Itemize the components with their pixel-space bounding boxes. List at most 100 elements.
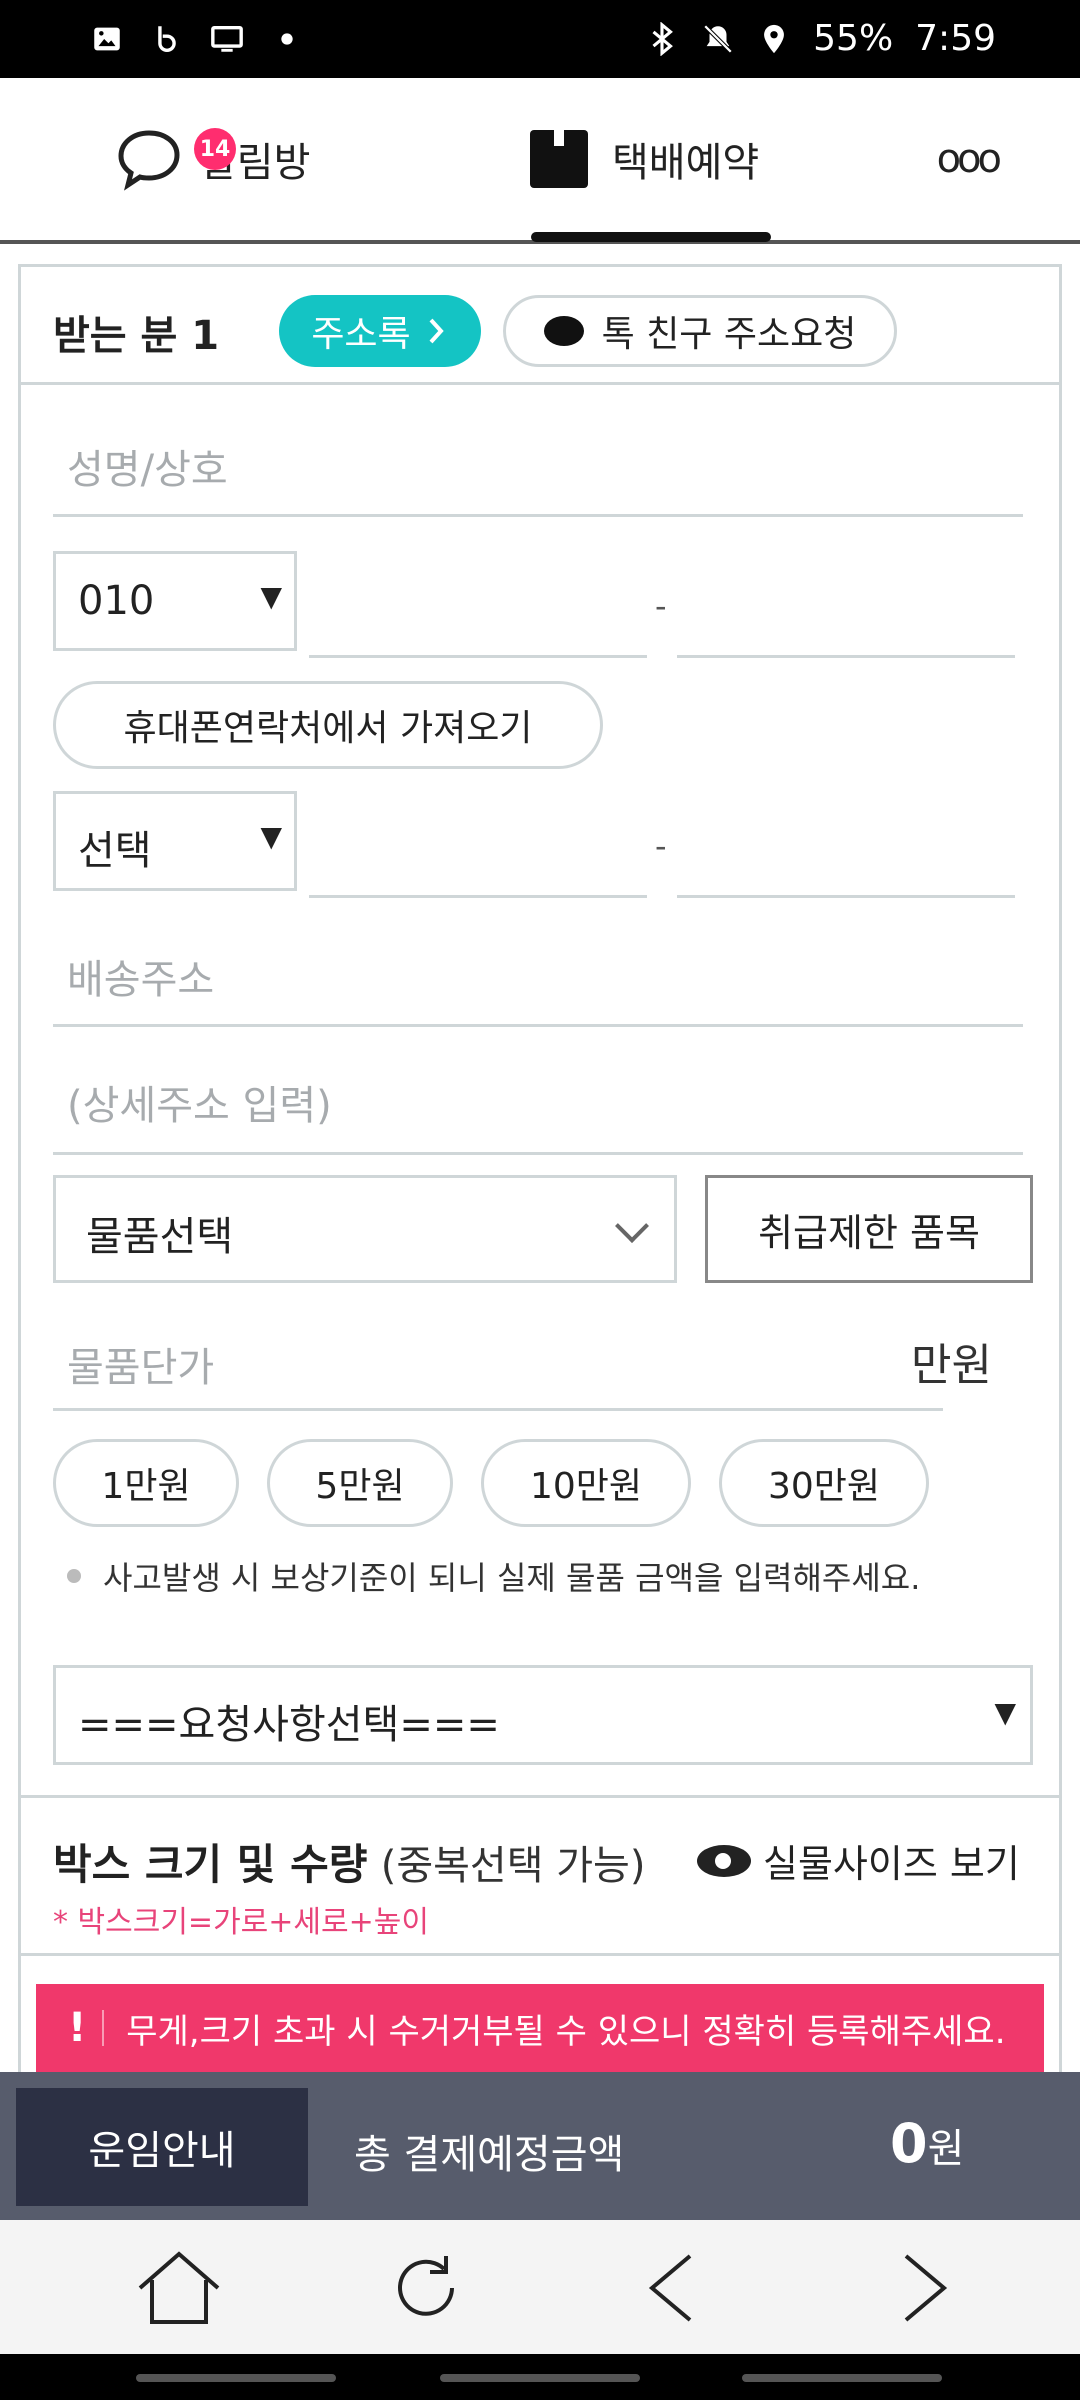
browser-nav-bar bbox=[0, 2220, 1080, 2354]
item-select[interactable]: 물품선택 bbox=[53, 1175, 677, 1283]
address-book-button[interactable]: 주소록 bbox=[279, 295, 481, 367]
clock: 7:59 bbox=[915, 18, 996, 59]
tab-delivery-label: 택배예약 bbox=[612, 140, 760, 186]
status-right: 55% 7:59 bbox=[645, 18, 996, 59]
restricted-items-label: 취급제한 품목 bbox=[758, 1210, 980, 1255]
home-icon[interactable] bbox=[134, 2248, 224, 2328]
request-select-value: ===요청사항선택=== bbox=[78, 1702, 500, 1748]
phone2-prefix-select[interactable]: 선택 ▼ bbox=[53, 791, 297, 891]
dropdown-arrow-icon: ▼ bbox=[260, 820, 282, 853]
box-title-text: 박스 크기 및 수량 bbox=[53, 1840, 368, 1889]
bullet-dot-icon bbox=[67, 1569, 81, 1583]
phone2-last-input[interactable] bbox=[677, 895, 1015, 898]
section-divider bbox=[21, 1795, 1059, 1798]
b-app-icon bbox=[158, 26, 176, 52]
price-preset-label: 5만원 bbox=[315, 1466, 405, 1507]
chevron-down-icon bbox=[615, 1209, 649, 1243]
phone1-middle-input[interactable] bbox=[309, 655, 647, 658]
tab-delivery-booking[interactable]: 택배예약 bbox=[530, 78, 759, 240]
warning-text: 무게,크기 초과 시 수거거부될 수 있으니 정확히 등록해주세요. bbox=[126, 2011, 1006, 2052]
alarm-count-badge: 14 bbox=[194, 128, 236, 170]
name-input[interactable]: 성명/상호 bbox=[53, 407, 1023, 517]
warning-icon: ! bbox=[68, 2005, 87, 2051]
mute-icon bbox=[703, 24, 733, 53]
parcel-box-icon bbox=[530, 130, 588, 188]
box-subtitle: (중복선택 가능) bbox=[380, 1843, 646, 1889]
receiver-header: 받는 분 1 주소록 톡 친구 주소요청 bbox=[21, 267, 1059, 385]
warning-separator bbox=[102, 2010, 105, 2046]
fee-info-label: 운임안내 bbox=[88, 2128, 236, 2174]
payment-bar: 운임안내 총 결제예정금액 0원 bbox=[0, 2072, 1080, 2220]
receiver-card: 받는 분 1 주소록 톡 친구 주소요청 성명/상호 010 ▼ - 휴대폰연락… bbox=[18, 264, 1062, 2144]
phone2-prefix-value: 선택 bbox=[78, 828, 152, 874]
item-price-input[interactable]: 물품단가 bbox=[53, 1301, 943, 1411]
price-preset-label: 1만원 bbox=[101, 1466, 191, 1507]
talk-friend-label: 톡 친구 주소요청 bbox=[601, 314, 857, 355]
detail-address-placeholder: (상세주소 입력) bbox=[67, 1083, 332, 1129]
box-size-note: * 박스크기=가로+세로+높이 bbox=[53, 1905, 429, 1940]
price-preset-5[interactable]: 5만원 bbox=[267, 1439, 453, 1527]
view-size-label: 실물사이즈 보기 bbox=[763, 1842, 1020, 1886]
eye-icon bbox=[697, 1844, 751, 1877]
price-notice-text: 사고발생 시 보상기준이 되니 실제 물품 금액을 입력해주세요. bbox=[103, 1559, 921, 1597]
gesture-handle bbox=[742, 2374, 942, 2382]
total-label: 총 결제예정금액 bbox=[354, 2132, 625, 2178]
chevron-right-icon bbox=[429, 318, 444, 344]
price-preset-1[interactable]: 1만원 bbox=[53, 1439, 239, 1527]
view-actual-size-button[interactable]: 실물사이즈 보기 bbox=[697, 1833, 1020, 1888]
dropdown-arrow-icon: ▼ bbox=[260, 580, 282, 613]
fee-info-button[interactable]: 운임안내 bbox=[16, 2088, 308, 2206]
item-select-value: 물품선택 bbox=[86, 1214, 234, 1260]
address-input[interactable]: 배송주소 bbox=[53, 907, 1023, 1027]
address-placeholder: 배송주소 bbox=[67, 957, 215, 1003]
price-preset-10[interactable]: 10만원 bbox=[481, 1439, 691, 1527]
section-divider bbox=[21, 1953, 1059, 1956]
phone1-prefix-select[interactable]: 010 ▼ bbox=[53, 551, 297, 651]
detail-address-input[interactable]: (상세주소 입력) bbox=[53, 1037, 1023, 1155]
battery-percent: 55% bbox=[813, 18, 894, 59]
box-section-title: 박스 크기 및 수량 (중복선택 가능) bbox=[53, 1831, 645, 1892]
price-preset-label: 10만원 bbox=[529, 1466, 643, 1507]
price-notice: 사고발생 시 보상기준이 되니 실제 물품 금액을 입력해주세요. bbox=[67, 1553, 920, 1599]
monitor-icon bbox=[211, 25, 243, 52]
status-bar: 55% 7:59 bbox=[0, 0, 1080, 78]
more-icon: ooo bbox=[936, 136, 1002, 182]
gesture-bar bbox=[0, 2354, 1080, 2400]
bluetooth-icon bbox=[652, 21, 674, 56]
price-preset-30[interactable]: 30만원 bbox=[719, 1439, 929, 1527]
restricted-items-button[interactable]: 취급제한 품목 bbox=[705, 1175, 1033, 1283]
active-tab-indicator bbox=[531, 232, 771, 242]
price-preset-label: 30만원 bbox=[767, 1466, 881, 1507]
name-placeholder: 성명/상호 bbox=[67, 447, 228, 493]
back-icon[interactable] bbox=[630, 2248, 720, 2328]
phone1-prefix-value: 010 bbox=[78, 578, 155, 624]
gesture-handle bbox=[440, 2374, 640, 2382]
location-icon bbox=[764, 24, 785, 53]
chat-bubble-icon bbox=[118, 130, 180, 191]
total-amount: 0원 bbox=[890, 2112, 964, 2175]
request-select[interactable]: ===요청사항선택=== ▼ bbox=[53, 1665, 1033, 1765]
currency-label: 원 bbox=[927, 2126, 965, 2172]
address-book-label: 주소록 bbox=[311, 314, 411, 355]
import-contacts-button[interactable]: 휴대폰연락처에서 가져오기 bbox=[53, 681, 603, 769]
receiver-title: 받는 분 1 bbox=[53, 313, 220, 359]
phone2-middle-input[interactable] bbox=[309, 895, 647, 898]
total-amount-value: 0 bbox=[890, 2112, 928, 2175]
dropdown-arrow-icon: ▼ bbox=[994, 1696, 1016, 1729]
gesture-handle bbox=[136, 2374, 336, 2382]
dot-icon bbox=[281, 33, 293, 45]
image-icon bbox=[94, 27, 120, 51]
forward-icon[interactable] bbox=[876, 2248, 966, 2328]
status-left-icons bbox=[90, 22, 304, 56]
phone1-last-input[interactable] bbox=[677, 655, 1015, 658]
phone2-dash: - bbox=[655, 827, 667, 865]
price-unit: 만원 bbox=[911, 1340, 992, 1391]
top-nav: 알림방 14 택배예약 ooo bbox=[0, 78, 1080, 244]
refresh-icon[interactable] bbox=[382, 2248, 472, 2328]
item-price-placeholder: 물품단가 bbox=[67, 1345, 215, 1391]
speech-bubble-icon bbox=[543, 316, 584, 346]
talk-friend-address-request-button[interactable]: 톡 친구 주소요청 bbox=[503, 295, 897, 367]
more-menu-button[interactable]: ooo bbox=[936, 78, 1002, 240]
phone1-dash: - bbox=[655, 587, 667, 625]
size-warning-banner: ! 무게,크기 초과 시 수거거부될 수 있으니 정확히 등록해주세요. bbox=[36, 1984, 1044, 2072]
